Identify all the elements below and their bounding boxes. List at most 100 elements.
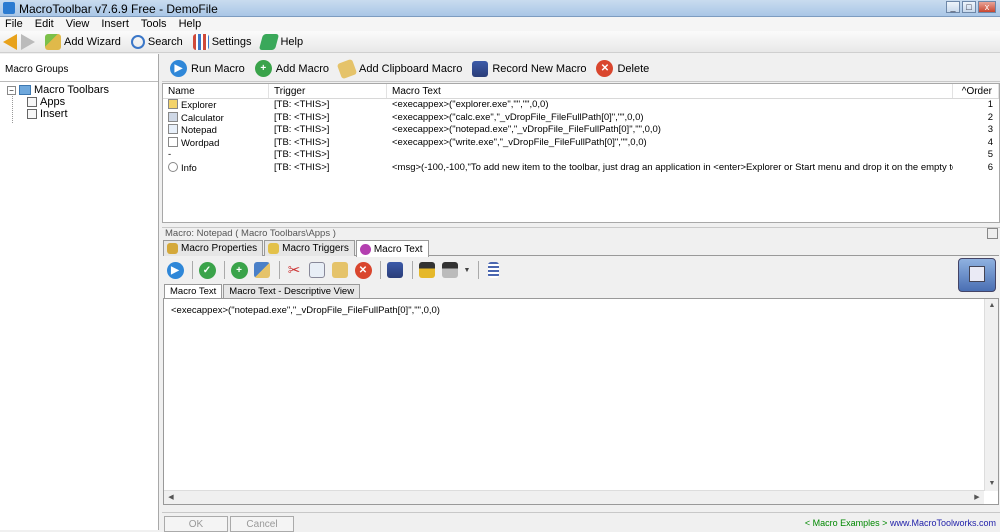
website-link[interactable]: www.MacroToolworks.com <box>890 518 996 528</box>
tab-macro-text-raw[interactable]: Macro Text <box>164 284 223 298</box>
row-order: 6 <box>987 161 993 173</box>
paste-button[interactable] <box>330 260 350 280</box>
row-macro-text: <execappex>("explorer.exe","","",0,0) <box>392 99 549 110</box>
back-arrow-icon[interactable] <box>3 33 17 50</box>
row-trigger: [TB: <THIS>] <box>274 111 330 123</box>
search-icon <box>130 34 145 49</box>
add-wizard-button[interactable]: Add Wizard <box>45 33 121 50</box>
scroll-down-icon[interactable]: ▼ <box>985 477 999 491</box>
macro-cube-icon[interactable] <box>958 258 996 292</box>
copy-icon <box>309 262 325 278</box>
check-icon: ✓ <box>198 261 216 279</box>
run-macro-button[interactable]: ▶ Run Macro <box>170 60 245 77</box>
vertical-scrollbar[interactable]: ▲ ▼ <box>984 299 998 491</box>
delete-text-button[interactable]: ✕ <box>353 260 373 280</box>
macro-groups-panel: Macro Groups − Macro Toolbars Apps Inser… <box>0 54 159 530</box>
column-header-macro-text[interactable]: Macro Text <box>387 84 953 98</box>
table-row[interactable]: Explorer [TB: <THIS>] <execappex>("explo… <box>163 99 999 112</box>
row-macro-text: <execappex>("write.exe","_vDropFile_File… <box>392 136 647 148</box>
run-button[interactable]: ▶ <box>165 260 185 280</box>
triggers-icon <box>268 243 280 254</box>
forward-arrow-icon[interactable] <box>21 33 35 50</box>
table-row[interactable]: Notepad [TB: <THIS>] <execappex>("notepa… <box>163 124 999 137</box>
close-button[interactable]: x <box>978 1 996 13</box>
scroll-right-icon[interactable]: ▶ <box>970 491 984 505</box>
minimize-button[interactable]: _ <box>946 1 960 13</box>
row-trigger: [TB: <THIS>] <box>274 99 330 110</box>
dropdown-arrow-button[interactable]: ▼ <box>463 260 471 280</box>
menu-help[interactable]: Help <box>179 17 202 31</box>
macro-examples-link[interactable]: < Macro Examples > <box>805 518 888 528</box>
property-tabs: Macro Properties Macro Triggers Macro Te… <box>163 240 999 257</box>
macro-info-text: Macro: Notepad ( Macro Toolbars\Apps ) <box>165 228 336 239</box>
add-macro-button[interactable]: + Add Macro <box>254 60 329 77</box>
separator <box>380 261 381 279</box>
column-header-name[interactable]: Name <box>163 84 269 98</box>
insert-variable-button[interactable] <box>252 260 272 280</box>
record-new-macro-button[interactable]: Record New Macro <box>472 60 586 77</box>
table-row[interactable]: Wordpad [TB: <THIS>] <execappex>("write.… <box>163 136 999 150</box>
settings-icon <box>192 33 209 50</box>
menu-view[interactable]: View <box>66 17 90 31</box>
separator <box>412 261 413 279</box>
step-record-button[interactable] <box>440 260 460 280</box>
insert-command-button[interactable]: + <box>229 260 249 280</box>
menu-file[interactable]: File <box>5 17 23 31</box>
row-name: Explorer <box>181 100 217 111</box>
tree-item-apps[interactable]: Apps <box>27 96 65 108</box>
start-record-button[interactable] <box>417 260 437 280</box>
separator <box>478 261 479 279</box>
horizontal-scrollbar[interactable]: ◀ ▶ <box>164 490 984 504</box>
tree-root-macro-toolbars[interactable]: − Macro Toolbars <box>7 84 109 96</box>
caption-buttons: _ □ x <box>946 1 996 13</box>
add-clipboard-macro-button[interactable]: Add Clipboard Macro <box>336 58 462 79</box>
start-record-icon <box>419 262 435 278</box>
wand-icon <box>254 262 270 278</box>
maximize-button[interactable]: □ <box>962 1 976 13</box>
clipboard-icon <box>336 58 358 79</box>
editor-content[interactable]: <execappex>("notepad.exe","_vDropFile_Fi… <box>171 305 440 316</box>
tab-macro-properties[interactable]: Macro Properties <box>163 240 264 256</box>
settings-label: Settings <box>211 35 252 48</box>
tab-macro-triggers[interactable]: Macro Triggers <box>264 240 355 256</box>
record-button[interactable] <box>385 260 405 280</box>
cube-icon <box>969 266 985 282</box>
main-toolbar: Add Wizard Search Settings Help <box>0 31 1000 53</box>
settings-button[interactable]: Settings <box>192 33 252 50</box>
search-button[interactable]: Search <box>130 34 183 49</box>
scroll-left-icon[interactable]: ◀ <box>164 491 178 505</box>
copy-button[interactable] <box>307 260 327 280</box>
tab-label: Macro Triggers <box>282 243 349 254</box>
row-name: Calculator <box>181 112 224 124</box>
properties-icon <box>167 243 178 254</box>
add-macro-label: Add Macro <box>275 62 329 75</box>
cut-button[interactable]: ✂ <box>284 260 304 280</box>
delete-button[interactable]: ✕ Delete <box>596 60 649 77</box>
macro-text-editor[interactable]: <execappex>("notepad.exe","_vDropFile_Fi… <box>163 298 999 505</box>
menu-tools[interactable]: Tools <box>141 17 167 31</box>
restore-panel-icon[interactable] <box>987 228 998 239</box>
menu-insert[interactable]: Insert <box>101 17 129 31</box>
tree-item-insert[interactable]: Insert <box>27 108 68 120</box>
row-trigger: [TB: <THIS>] <box>274 136 330 148</box>
play-icon: ▶ <box>170 60 187 77</box>
row-name: Notepad <box>181 125 217 136</box>
column-header-trigger[interactable]: Trigger <box>269 84 387 98</box>
check-syntax-button[interactable]: ✓ <box>197 260 217 280</box>
record-film-icon <box>472 60 489 77</box>
tab-macro-text[interactable]: Macro Text <box>355 240 429 257</box>
column-header-order[interactable]: ^Order <box>953 84 999 98</box>
table-row[interactable]: - [TB: <THIS>] 5 <box>163 149 999 162</box>
menu-edit[interactable]: Edit <box>35 17 54 31</box>
table-row[interactable]: Calculator [TB: <THIS>] <execappex>("cal… <box>163 111 999 125</box>
table-row[interactable]: Info [TB: <THIS>] <msg>(-100,-100,"To ad… <box>163 161 999 175</box>
help-button[interactable]: Help <box>259 33 303 50</box>
row-order: 2 <box>987 111 993 123</box>
tree-collapse-icon[interactable]: − <box>7 85 16 95</box>
group-icon <box>27 109 37 119</box>
tab-macro-text-descriptive[interactable]: Macro Text - Descriptive View <box>223 284 361 298</box>
wizard-wand-icon <box>45 33 61 50</box>
macro-toolbar: ▶ Run Macro + Add Macro Add Clipboard Ma… <box>162 56 1000 82</box>
view-options-button[interactable] <box>483 260 503 280</box>
scroll-up-icon[interactable]: ▲ <box>985 299 999 313</box>
